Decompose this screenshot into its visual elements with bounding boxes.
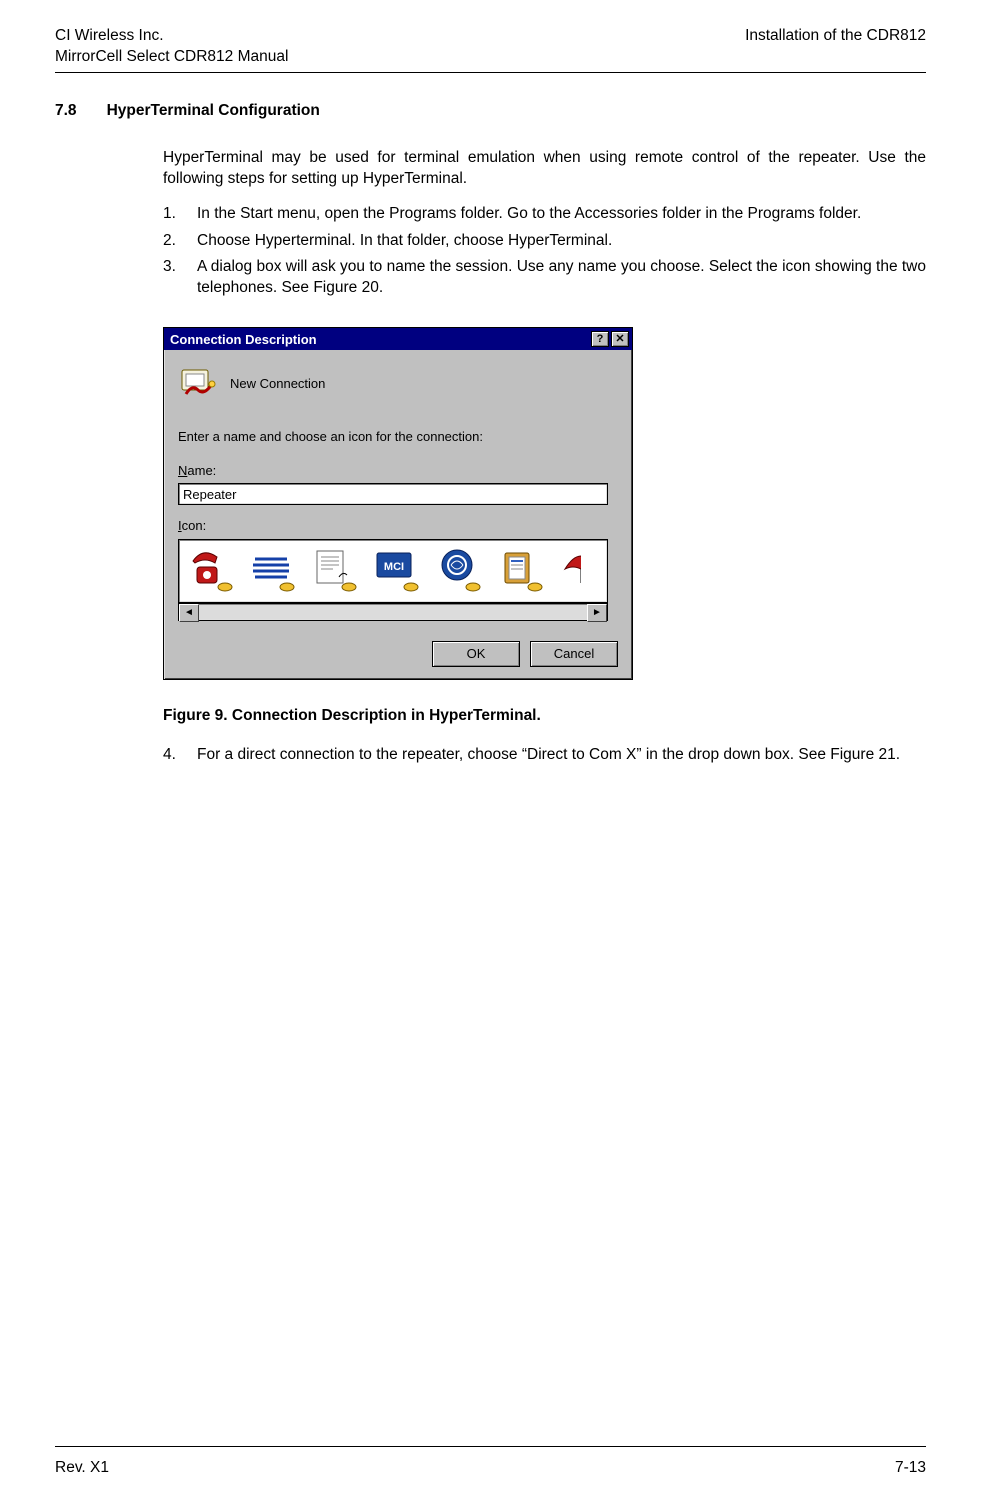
ok-button[interactable]: OK [432, 641, 520, 667]
section-title: HyperTerminal Configuration [107, 101, 320, 122]
scroll-left-button[interactable]: ◄ [179, 604, 199, 622]
step-number: 4. [163, 745, 185, 766]
step-number: 1. [163, 204, 185, 225]
step-text: Choose Hyperterminal. In that folder, ch… [197, 231, 926, 252]
red-umbrella-icon[interactable] [559, 547, 581, 595]
icon-field-label: Icon: [178, 517, 618, 535]
footer-rev: Rev. X1 [55, 1458, 109, 1479]
list-item: 3. A dialog box will ask you to name the… [163, 257, 926, 299]
dialog-title-bar[interactable]: Connection Description ? ✕ [164, 328, 632, 350]
connection-description-dialog: Connection Description ? ✕ [163, 327, 633, 680]
step-number: 2. [163, 231, 185, 252]
header-chapter: Installation of the CDR812 [745, 26, 926, 68]
intro-paragraph: HyperTerminal may be used for terminal e… [163, 148, 926, 190]
steps-list-b: 4. For a direct connection to the repeat… [163, 745, 926, 766]
figure-caption: Figure 9. Connection Description in Hype… [163, 706, 926, 727]
clipboard-doc-icon[interactable] [497, 547, 545, 595]
list-item: 1. In the Start menu, open the Programs … [163, 204, 926, 225]
header-company: CI Wireless Inc. [55, 26, 288, 47]
fax-paper-icon[interactable] [311, 547, 359, 595]
cancel-button[interactable]: Cancel [530, 641, 618, 667]
new-connection-label: New Connection [230, 375, 325, 393]
svg-text:MCI: MCI [384, 561, 404, 573]
step-number: 3. [163, 257, 185, 299]
list-item: 4. For a direct connection to the repeat… [163, 745, 926, 766]
header-manual: MirrorCell Select CDR812 Manual [55, 47, 288, 68]
help-button[interactable]: ? [591, 331, 609, 347]
name-field-label: Name: [178, 462, 618, 480]
step-text: A dialog box will ask you to name the se… [197, 257, 926, 299]
step-text: For a direct connection to the repeater,… [197, 745, 926, 766]
dialog-title: Connection Description [170, 331, 317, 349]
name-input[interactable] [178, 483, 608, 505]
scroll-right-button[interactable]: ► [587, 604, 607, 622]
icon-picker[interactable]: MCI [178, 539, 608, 603]
list-item: 2. Choose Hyperterminal. In that folder,… [163, 231, 926, 252]
dialog-prompt: Enter a name and choose an icon for the … [178, 428, 618, 446]
section-number: 7.8 [55, 101, 77, 122]
footer-rule [55, 1446, 926, 1447]
ge-blue-circle-icon[interactable] [435, 547, 483, 595]
new-connection-icon [178, 364, 218, 402]
att-globe-icon[interactable] [249, 547, 297, 595]
close-button[interactable]: ✕ [611, 331, 629, 347]
mci-icon[interactable]: MCI [373, 547, 421, 595]
red-phone-icon[interactable] [187, 547, 235, 595]
header-rule [55, 72, 926, 73]
footer-page: 7-13 [895, 1458, 926, 1479]
steps-list-a: 1. In the Start menu, open the Programs … [163, 204, 926, 300]
icon-scrollbar[interactable]: ◄ ► [178, 603, 608, 621]
step-text: In the Start menu, open the Programs fol… [197, 204, 926, 225]
